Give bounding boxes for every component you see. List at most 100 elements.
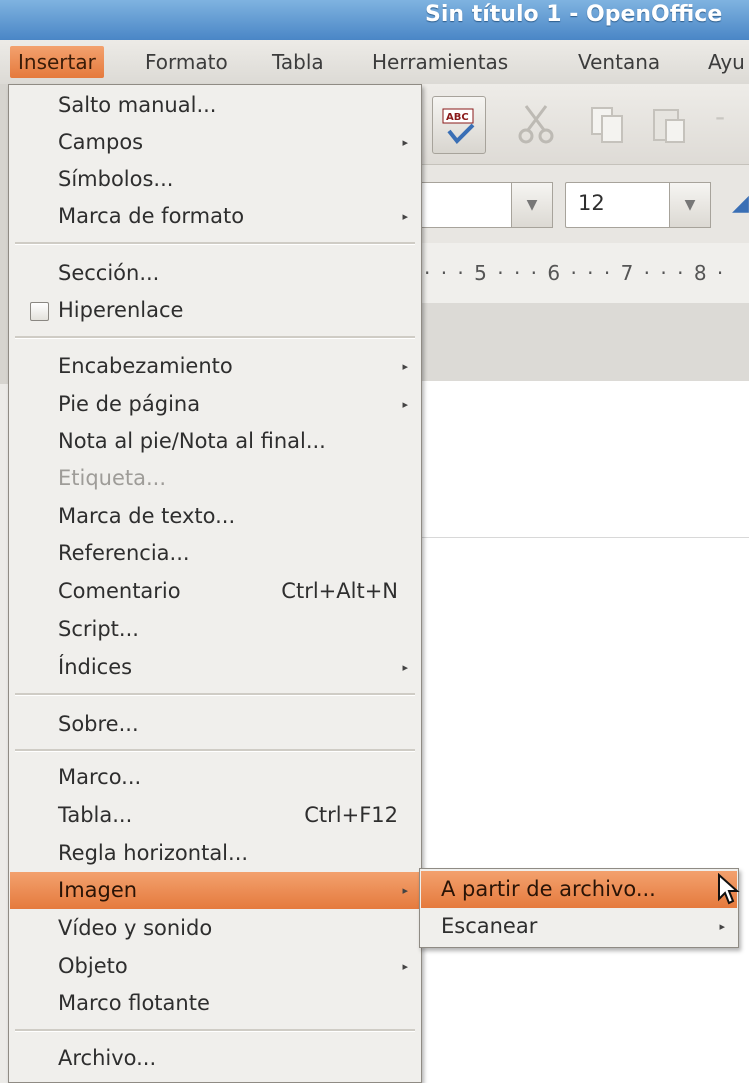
campos-label: Campos — [58, 130, 144, 154]
menu-marco[interactable]: Marco... — [10, 759, 420, 796]
pie-pagina-label: Pie de página — [58, 392, 201, 416]
tabla-shortcut: Ctrl+F12 — [304, 803, 398, 827]
menu-seccion[interactable]: Sección... — [10, 255, 420, 292]
submenu-arrow-icon: ▸ — [402, 360, 408, 373]
script-label: Script... — [58, 617, 139, 641]
menu-etiqueta: Etiqueta... — [10, 460, 420, 497]
copy-icon[interactable] — [588, 102, 628, 146]
menu-hiperenlace[interactable]: Hiperenlace — [10, 292, 420, 329]
menu-separator — [15, 749, 415, 752]
paste-icon[interactable] — [650, 102, 690, 146]
submenu-arrow-icon: ▸ — [719, 920, 725, 933]
escanear-label: Escanear — [441, 914, 538, 938]
marco-label: Marco... — [58, 765, 142, 789]
menu-salto-manual[interactable]: Salto manual... — [10, 87, 420, 124]
menu-marca-formato[interactable]: Marca de formato ▸ — [10, 198, 420, 235]
menu-indices[interactable]: Índices ▸ — [10, 649, 420, 686]
spellcheck-button[interactable]: ABC — [432, 96, 486, 154]
menu-regla-horizontal[interactable]: Regla horizontal... — [10, 835, 420, 872]
comentario-label: Comentario — [58, 579, 181, 603]
menu-herramientas[interactable]: Herramientas — [364, 46, 516, 78]
menu-objeto[interactable]: Objeto ▸ — [10, 948, 420, 985]
menu-separator — [15, 1029, 415, 1032]
font-size-combo[interactable]: 12 — [565, 182, 671, 228]
tabla-label: Tabla... — [58, 803, 133, 827]
menu-comentario[interactable]: Comentario Ctrl+Alt+N — [10, 573, 420, 610]
etiqueta-label: Etiqueta... — [58, 466, 167, 490]
archivo-label: Archivo... — [58, 1046, 157, 1070]
menu-campos[interactable]: Campos ▸ — [10, 124, 420, 161]
menu-ayuda[interactable]: Ayu — [700, 46, 749, 78]
menu-encabezamiento[interactable]: Encabezamiento ▸ — [10, 348, 420, 385]
text-boundary-line — [420, 537, 749, 538]
menu-sobre[interactable]: Sobre... — [10, 706, 420, 743]
objeto-label: Objeto — [58, 954, 128, 978]
font-name-combo[interactable] — [419, 182, 513, 228]
salto-manual-label: Salto manual... — [58, 93, 217, 117]
menu-tabla[interactable]: Tabla — [264, 46, 332, 78]
menu-script[interactable]: Script... — [10, 611, 420, 648]
spellcheck-icon: ABC — [442, 108, 475, 144]
cut-icon[interactable] — [516, 102, 556, 146]
menu-formato[interactable]: Formato — [137, 46, 236, 78]
nota-pie-label: Nota al pie/Nota al final... — [58, 429, 326, 453]
menu-video-sonido[interactable]: Vídeo y sonido — [10, 910, 420, 947]
menu-referencia[interactable]: Referencia... — [10, 535, 420, 572]
submenu-escanear[interactable]: Escanear ▸ — [421, 908, 737, 945]
menu-insertar[interactable]: Insertar — [10, 46, 104, 78]
submenu-arrow-icon: ▸ — [402, 960, 408, 973]
svg-text:ABC: ABC — [446, 112, 469, 123]
menu-simbolos[interactable]: Símbolos... — [10, 161, 420, 198]
font-name-dropdown[interactable]: ▼ — [511, 182, 553, 228]
ruler-marks: · · · 5 · · · 6 · · · 7 · · · 8 · — [424, 261, 726, 285]
indices-label: Índices — [58, 655, 133, 679]
submenu-arrow-icon: ▸ — [402, 884, 408, 897]
menu-archivo[interactable]: Archivo... — [10, 1040, 420, 1077]
menu-pie-pagina[interactable]: Pie de página ▸ — [10, 386, 420, 423]
referencia-label: Referencia... — [58, 541, 190, 565]
marca-formato-label: Marca de formato — [58, 204, 245, 228]
checkbox-icon — [30, 302, 49, 321]
regla-label: Regla horizontal... — [58, 841, 249, 865]
menu-nota-pie[interactable]: Nota al pie/Nota al final... — [10, 423, 420, 460]
menu-marco-flotante[interactable]: Marco flotante — [10, 985, 420, 1022]
align-icon[interactable]: ◢ — [732, 191, 749, 221]
submenu-arrow-icon: ▸ — [402, 136, 408, 149]
menu-marca-texto[interactable]: Marca de texto... — [10, 498, 420, 535]
submenu-arrow-icon: ▸ — [402, 398, 408, 411]
simbolos-label: Símbolos... — [58, 167, 174, 191]
window-titlebar: Sin título 1 - OpenOffice — [0, 0, 749, 40]
paste-dropdown-icon[interactable]: - — [715, 100, 725, 133]
insert-menu-dropdown: Salto manual... Campos ▸ Símbolos... Marc… — [8, 84, 422, 1083]
menu-separator — [15, 693, 415, 696]
horizontal-ruler: · · · 5 · · · 6 · · · 7 · · · 8 · — [420, 243, 749, 304]
mouse-cursor-icon — [718, 873, 740, 905]
menubar: Insertar Formato Tabla Herramientas Vent… — [0, 40, 749, 85]
standard-toolbar: ABC - — [420, 84, 749, 165]
imagen-label: Imagen — [58, 878, 138, 902]
submenu-a-partir-archivo[interactable]: A partir de archivo... — [421, 871, 737, 908]
menu-separator — [15, 242, 415, 245]
a-partir-label: A partir de archivo... — [441, 877, 656, 901]
marco-flotante-label: Marco flotante — [58, 991, 210, 1015]
font-size-dropdown[interactable]: ▼ — [669, 182, 711, 228]
menu-separator — [15, 336, 415, 339]
hiperenlace-label: Hiperenlace — [58, 298, 184, 322]
encabezamiento-label: Encabezamiento — [58, 354, 233, 378]
video-label: Vídeo y sonido — [58, 916, 213, 940]
window-title: Sin título 1 - OpenOffice — [425, 2, 723, 27]
marca-texto-label: Marca de texto... — [58, 504, 236, 528]
menu-imagen[interactable]: Imagen ▸ — [10, 872, 420, 909]
comentario-shortcut: Ctrl+Alt+N — [281, 579, 398, 603]
imagen-submenu: A partir de archivo... Escanear ▸ — [419, 868, 739, 948]
menu-tabla[interactable]: Tabla... Ctrl+F12 — [10, 797, 420, 834]
font-size-value: 12 — [578, 191, 605, 215]
document-background — [420, 303, 749, 383]
seccion-label: Sección... — [58, 261, 160, 285]
formatting-toolbar: ▼ 12 ▼ ◢ — [419, 165, 749, 244]
submenu-arrow-icon: ▸ — [402, 210, 408, 223]
document-page[interactable] — [420, 381, 749, 1083]
submenu-arrow-icon: ▸ — [402, 661, 408, 674]
menu-ventana[interactable]: Ventana — [570, 46, 668, 78]
sobre-label: Sobre... — [58, 712, 139, 736]
